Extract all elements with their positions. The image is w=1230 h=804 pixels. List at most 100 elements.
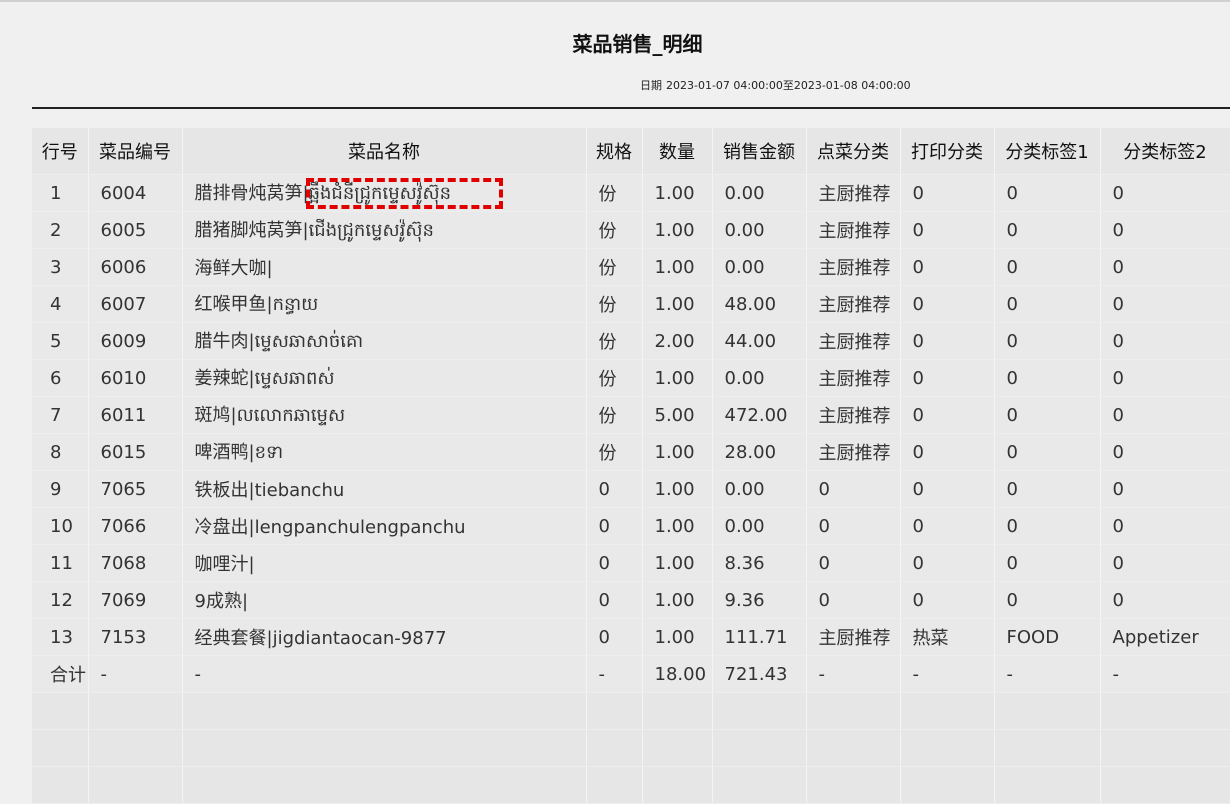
cell-tag-1: 0 — [994, 285, 1101, 323]
table-body: 1 6004 腊排骨炖莴笋|ឆ្អឹងជំនីជ្រូកម្ទេសវ៉ូស៊ុន份 1… — [32, 174, 1230, 804]
cell-print-category: 0 — [900, 470, 995, 508]
table-row[interactable]: 12 7069 9成熟| 0 1.00 9.36 0 0 0 0 — [32, 581, 1230, 619]
header-dish-name[interactable]: 菜品名称 — [182, 128, 587, 175]
cell-spec: 0 — [586, 544, 643, 582]
cell-tag-1: 0 — [994, 174, 1101, 212]
cell-dish-name: 姜辣蛇|ម្ទេសឆាពស់ — [182, 359, 587, 397]
table-row[interactable]: 7 6011 斑鸠|លលោកឆាម្ទេស份 5.00 472.00 主厨推荐 0 0 0 — [32, 396, 1230, 434]
cell-tag-2: - — [1100, 655, 1230, 693]
empty-cell — [806, 729, 901, 767]
cell-sales-amount: 721.43 — [712, 655, 807, 693]
cell-sales-amount: 0.00 — [712, 174, 807, 212]
cell-tag-2: 0 — [1100, 470, 1230, 508]
table-row[interactable]: 11 7068 咖哩汁| 0 1.00 8.36 0 0 0 0 — [32, 544, 1230, 582]
table-row[interactable]: 6 6010 姜辣蛇|ម្ទេសឆាពស់份 1.00 0.00 主厨推荐 0 0 0 — [32, 359, 1230, 397]
cell-print-category: 0 — [900, 322, 995, 360]
empty-cell — [712, 729, 807, 767]
header-quantity[interactable]: 数量 — [642, 128, 713, 175]
cell-row-no: 合计 — [32, 655, 89, 693]
empty-row — [32, 766, 1230, 804]
header-row-no[interactable]: 行号 — [32, 128, 89, 175]
cell-spec: 0 — [586, 618, 643, 656]
header-print-category[interactable]: 打印分类 — [900, 128, 995, 175]
cell-quantity: 1.00 — [642, 433, 713, 471]
cell-spec: - — [586, 655, 643, 693]
table-row[interactable]: 8 6015 啤酒鸭|ខទា份 1.00 28.00 主厨推荐 0 0 0 — [32, 433, 1230, 471]
cell-print-category: 0 — [900, 581, 995, 619]
cell-quantity: 1.00 — [642, 211, 713, 249]
table-total-row[interactable]: 合计 - - -18.00 721.43- - - - — [32, 655, 1230, 693]
table-header-row: 行号 菜品编号 菜品名称 规格 数量 销售金额 点菜分类 打印分类 分类标签1 … — [32, 128, 1230, 175]
header-dish-code[interactable]: 菜品编号 — [88, 128, 183, 175]
empty-cell — [32, 766, 89, 804]
cell-spec: 份 — [586, 248, 643, 286]
table-row[interactable]: 10 7066 冷盘出|lengpanchulengpanchu 0 1.00 0.00 0… — [32, 507, 1230, 545]
cell-dish-name: 经典套餐|jigdiantaocan-9877 — [182, 618, 587, 656]
date-value: 2023-01-07 04:00:00至2023-01-08 04:00:00 — [666, 79, 911, 92]
cell-order-category: 主厨推荐 — [806, 322, 901, 360]
table-row[interactable]: 5 6009 腊牛肉|ម្ទេសឆាសាច់គោ份 2.00 44.00 主厨推荐 0 0 0 — [32, 322, 1230, 360]
table-row[interactable]: 13 7153 经典套餐|jigdiantaocan-9877 0 1.00 111.71… — [32, 618, 1230, 656]
cell-spec: 份 — [586, 433, 643, 471]
table-row[interactable]: 4 6007 红喉甲鱼|កន្ធាយ份 1.00 48.00 主厨推荐 0 0 0 — [32, 285, 1230, 323]
table-row[interactable]: 9 7065 铁板出|tiebanchu 0 1.00 0.00 0 0 0 0 — [32, 470, 1230, 508]
cell-sales-amount: 9.36 — [712, 581, 807, 619]
empty-cell — [712, 766, 807, 804]
cell-sales-amount: 0.00 — [712, 211, 807, 249]
header-sales-amount[interactable]: 销售金额 — [712, 128, 807, 175]
cell-spec: 份 — [586, 211, 643, 249]
cell-dish-name: 斑鸠|លលោកឆាម្ទេស — [182, 396, 587, 434]
cell-quantity: 18.00 — [642, 655, 713, 693]
cell-quantity: 1.00 — [642, 470, 713, 508]
empty-cell — [642, 766, 713, 804]
cell-spec: 份 — [586, 322, 643, 360]
cell-dish-name: 腊猪脚炖莴笋|ជើងជ្រូកម្ទេសវ៉ូស៊ុន — [182, 211, 587, 249]
cell-order-category: - — [806, 655, 901, 693]
empty-cell — [88, 729, 183, 767]
header-spec[interactable]: 规格 — [586, 128, 643, 175]
cell-row-no: 6 — [32, 359, 89, 397]
cell-sales-amount: 28.00 — [712, 433, 807, 471]
cell-tag-1: 0 — [994, 359, 1101, 397]
table-row[interactable]: 2 6005 腊猪脚炖莴笋|ជើងជ្រូកម្ទេសវ៉ូស៊ុន份 1.00 0.0… — [32, 211, 1230, 249]
cell-print-category: 0 — [900, 285, 995, 323]
cell-quantity: 1.00 — [642, 248, 713, 286]
empty-row — [32, 692, 1230, 730]
cell-quantity: 1.00 — [642, 507, 713, 545]
cell-dish-code: 6009 — [88, 322, 183, 360]
cell-tag-2: 0 — [1100, 396, 1230, 434]
cell-order-category: 主厨推荐 — [806, 618, 901, 656]
table-row[interactable]: 3 6006 海鲜大咖| 份 1.00 0.00 主厨推荐 0 0 0 — [32, 248, 1230, 286]
cell-dish-code: 7066 — [88, 507, 183, 545]
cell-print-category: 0 — [900, 248, 995, 286]
top-border — [0, 0, 1230, 2]
cell-spec: 0 — [586, 507, 643, 545]
cell-order-category: 主厨推荐 — [806, 285, 901, 323]
cell-dish-code: 6006 — [88, 248, 183, 286]
cell-dish-name: 啤酒鸭|ខទា — [182, 433, 587, 471]
cell-tag-1: - — [994, 655, 1101, 693]
header-tag-2[interactable]: 分类标签2 — [1100, 128, 1230, 175]
cell-quantity: 1.00 — [642, 544, 713, 582]
cell-sales-amount: 0.00 — [712, 470, 807, 508]
cell-dish-code: 6007 — [88, 285, 183, 323]
cell-order-category: 主厨推荐 — [806, 359, 901, 397]
cell-row-no: 7 — [32, 396, 89, 434]
cell-print-category: 0 — [900, 174, 995, 212]
cell-tag-1: 0 — [994, 322, 1101, 360]
cell-tag-2: 0 — [1100, 581, 1230, 619]
cell-tag-2: 0 — [1100, 544, 1230, 582]
cell-order-category: 主厨推荐 — [806, 433, 901, 471]
empty-cell — [1100, 766, 1230, 804]
cell-print-category: 0 — [900, 507, 995, 545]
header-order-category[interactable]: 点菜分类 — [806, 128, 901, 175]
cell-dish-name: 红喉甲鱼|កន្ធាយ — [182, 285, 587, 323]
cell-order-category: 主厨推荐 — [806, 248, 901, 286]
table-row[interactable]: 1 6004 腊排骨炖莴笋|ឆ្អឹងជំនីជ្រូកម្ទេសវ៉ូស៊ុន份 1… — [32, 174, 1230, 212]
cell-print-category: 0 — [900, 359, 995, 397]
cell-row-no: 12 — [32, 581, 89, 619]
header-tag-1[interactable]: 分类标签1 — [994, 128, 1101, 175]
cell-tag-1: FOOD — [994, 618, 1101, 656]
cell-quantity: 1.00 — [642, 618, 713, 656]
cell-tag-2: Appetizer — [1100, 618, 1230, 656]
